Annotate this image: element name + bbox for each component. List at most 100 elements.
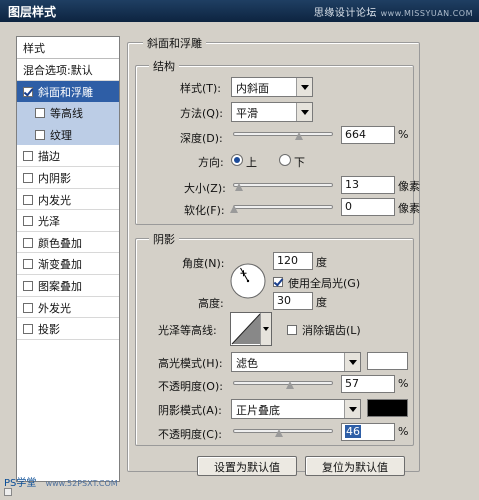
style-list-item[interactable]: 内阴影 bbox=[17, 167, 119, 189]
direction-label: 方向: bbox=[198, 156, 224, 169]
watermark-cn: 思缘设计论坛 bbox=[313, 8, 377, 19]
style-list-item[interactable]: 纹理 bbox=[17, 123, 119, 146]
style-item-checkbox[interactable] bbox=[35, 129, 45, 140]
depth-input[interactable]: 664 bbox=[341, 126, 395, 144]
altitude-unit: 度 bbox=[316, 296, 327, 309]
depth-label: 深度(D): bbox=[180, 132, 223, 145]
size-slider-thumb[interactable] bbox=[234, 183, 244, 192]
style-item-checkbox[interactable] bbox=[23, 216, 33, 227]
style-list: 样式 混合选项:默认斜面和浮雕等高线纹理 描边 内阴影内发光光泽颜色叠加渐变叠加图案… bbox=[16, 36, 120, 482]
reset-default-button[interactable]: 复位为默认值 bbox=[305, 456, 405, 476]
style-item-label: 内发光 bbox=[38, 193, 71, 207]
depth-slider-thumb[interactable] bbox=[295, 132, 304, 141]
contour-preview-icon bbox=[231, 313, 261, 345]
style-item-label: 斜面和浮雕 bbox=[38, 85, 93, 99]
style-list-items: 混合选项:默认斜面和浮雕等高线纹理 描边 内阴影内发光光泽颜色叠加渐变叠加图案叠加外… bbox=[17, 59, 119, 340]
style-list-item[interactable]: 渐变叠加 bbox=[17, 253, 119, 275]
shadow-opacity-label: 不透明度(C): bbox=[158, 428, 222, 441]
altitude-label: 高度: bbox=[198, 297, 224, 310]
style-list-header[interactable]: 样式 bbox=[17, 37, 119, 59]
bevel-emboss-title: 斜面和浮雕 bbox=[143, 35, 206, 51]
footer-watermark-url: www.52PSXT.COM bbox=[45, 479, 118, 488]
chevron-down-icon bbox=[296, 78, 312, 96]
gloss-contour-picker[interactable] bbox=[230, 312, 272, 346]
style-item-checkbox[interactable] bbox=[23, 259, 33, 270]
style-item-checkbox[interactable] bbox=[35, 108, 45, 119]
style-item-checkbox[interactable] bbox=[23, 172, 33, 183]
style-select[interactable]: 内斜面 bbox=[231, 77, 313, 97]
anti-alias-label[interactable]: 消除锯齿(L) bbox=[302, 322, 361, 338]
style-list-item[interactable]: 投影 bbox=[17, 318, 119, 340]
shadow-color-swatch[interactable] bbox=[367, 399, 408, 417]
watermark: 思缘设计论坛 www.MISSYUAN.COM bbox=[314, 4, 473, 19]
style-item-checkbox[interactable] bbox=[23, 194, 33, 205]
soften-slider-thumb[interactable] bbox=[230, 205, 239, 214]
shading-title: 阴影 bbox=[149, 231, 179, 247]
shadow-opacity-input[interactable]: 46 bbox=[341, 423, 395, 441]
highlight-opacity-thumb[interactable] bbox=[285, 381, 295, 390]
style-item-checkbox[interactable] bbox=[23, 302, 33, 313]
style-item-label: 渐变叠加 bbox=[38, 258, 82, 272]
highlight-mode-value: 滤色 bbox=[236, 357, 258, 370]
style-list-item[interactable]: 颜色叠加 bbox=[17, 232, 119, 254]
altitude-input[interactable]: 30 bbox=[273, 292, 313, 310]
shadow-mode-select[interactable]: 正片叠底 bbox=[231, 399, 361, 419]
highlight-opacity-input[interactable]: 57 bbox=[341, 375, 395, 393]
method-select-value: 平滑 bbox=[236, 107, 258, 120]
style-list-item[interactable]: 描边 bbox=[17, 145, 119, 167]
style-list-item[interactable]: 内发光 bbox=[17, 189, 119, 211]
gloss-contour-label: 光泽等高线: bbox=[158, 324, 217, 337]
style-item-label: 颜色叠加 bbox=[38, 236, 82, 250]
method-select[interactable]: 平滑 bbox=[231, 102, 313, 122]
style-item-checkbox[interactable] bbox=[23, 237, 33, 248]
footer-watermark: PS学堂 www.52PSXT.COM bbox=[4, 474, 118, 489]
direction-up-radio[interactable] bbox=[231, 154, 243, 166]
highlight-mode-label: 高光模式(H): bbox=[158, 357, 223, 370]
chevron-down-icon bbox=[260, 313, 271, 345]
shadow-opacity-thumb[interactable] bbox=[275, 429, 284, 438]
style-list-item[interactable]: 图案叠加 bbox=[17, 275, 119, 297]
make-default-button[interactable]: 设置为默认值 bbox=[197, 456, 297, 476]
structure-title: 结构 bbox=[149, 58, 179, 74]
highlight-opacity-slider[interactable] bbox=[233, 381, 333, 389]
style-list-item[interactable]: 等高线 bbox=[17, 102, 119, 124]
highlight-opacity-unit: % bbox=[398, 377, 409, 390]
style-item-checkbox[interactable] bbox=[23, 280, 33, 291]
style-list-item[interactable]: 混合选项:默认 bbox=[17, 59, 119, 81]
style-list-item[interactable]: 光泽 bbox=[17, 210, 119, 232]
direction-up-label[interactable]: 上 bbox=[246, 154, 257, 170]
depth-slider[interactable] bbox=[233, 132, 333, 140]
size-label: 大小(Z): bbox=[184, 182, 226, 195]
style-item-checkbox[interactable] bbox=[23, 86, 33, 97]
size-slider[interactable] bbox=[233, 183, 333, 191]
angle-input[interactable]: 120 bbox=[273, 252, 313, 270]
highlight-mode-select[interactable]: 滤色 bbox=[231, 352, 361, 372]
anti-alias-checkbox[interactable] bbox=[287, 325, 297, 335]
highlight-opacity-label: 不透明度(O): bbox=[158, 380, 223, 393]
global-light-checkbox[interactable] bbox=[273, 277, 283, 287]
style-item-label: 投影 bbox=[38, 323, 60, 337]
direction-down-radio[interactable] bbox=[279, 154, 291, 166]
style-item-label: 图案叠加 bbox=[38, 279, 82, 293]
style-item-label: 等高线 bbox=[50, 107, 83, 121]
soften-input[interactable]: 0 bbox=[341, 198, 395, 216]
style-item-label: 混合选项:默认 bbox=[23, 64, 93, 77]
style-item-checkbox[interactable] bbox=[23, 151, 33, 162]
size-input[interactable]: 13 bbox=[341, 176, 395, 194]
style-select-value: 内斜面 bbox=[236, 82, 269, 95]
shadow-mode-label: 阴影模式(A): bbox=[158, 404, 222, 417]
method-label: 方法(Q): bbox=[180, 107, 223, 120]
chevron-down-icon bbox=[296, 103, 312, 121]
direction-down-label[interactable]: 下 bbox=[294, 154, 305, 170]
style-list-item[interactable]: 外发光 bbox=[17, 297, 119, 319]
style-list-item[interactable]: 斜面和浮雕 bbox=[17, 80, 119, 103]
angle-dial[interactable] bbox=[228, 261, 268, 301]
shadow-opacity-slider[interactable] bbox=[233, 429, 333, 437]
highlight-color-swatch[interactable] bbox=[367, 352, 408, 370]
style-item-checkbox[interactable] bbox=[23, 324, 33, 335]
chevron-down-icon bbox=[344, 353, 360, 371]
soften-slider[interactable] bbox=[230, 205, 333, 213]
style-label: 样式(T): bbox=[180, 82, 222, 95]
global-light-label[interactable]: 使用全局光(G) bbox=[288, 275, 360, 291]
resize-grip-icon[interactable] bbox=[4, 488, 12, 496]
